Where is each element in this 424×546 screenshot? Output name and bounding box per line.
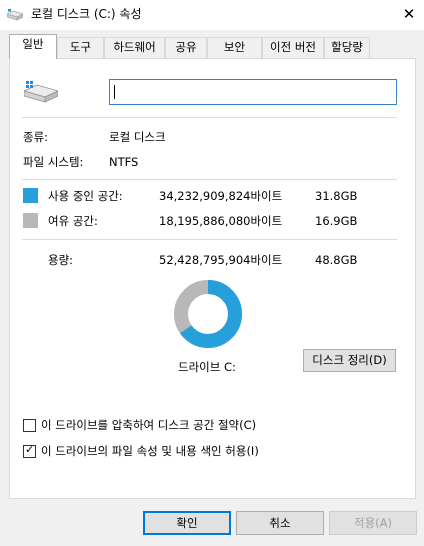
close-icon: ✕ (402, 5, 416, 23)
capacity-bytes: 52,428,795,904바이트 (159, 253, 283, 267)
filesystem-value: NTFS (109, 155, 139, 169)
type-value: 로컬 디스크 (109, 130, 166, 144)
index-check-mark: ✓ (25, 443, 35, 456)
free-space-size: 16.9GB (315, 214, 358, 228)
type-label: 종류: (23, 130, 49, 144)
free-space-swatch (23, 213, 38, 228)
compress-checkbox-label: 이 드라이브를 압축하여 디스크 공간 절약(C) (41, 418, 257, 432)
ok-button[interactable]: 확인 (143, 511, 231, 535)
compress-checkbox[interactable] (23, 419, 36, 432)
tab-general[interactable]: 일반 (9, 34, 57, 59)
filesystem-label: 파일 시스템: (23, 155, 84, 169)
usage-donut-chart (174, 280, 242, 348)
tab-hardware[interactable]: 하드웨어 (104, 37, 165, 58)
used-space-swatch (23, 188, 38, 203)
free-space-bytes: 18,195,886,080바이트 (159, 214, 283, 228)
tab-sharing[interactable]: 공유 (165, 37, 207, 58)
window-title: 로컬 디스크 (C:) 속성 (31, 7, 142, 21)
title-bar: 로컬 디스크 (C:) 속성 ✕ (0, 0, 424, 30)
drive-name-input[interactable] (109, 79, 397, 105)
drive-label: 드라이브 C: (178, 360, 236, 374)
tab-security[interactable]: 보안 (207, 37, 262, 58)
drive-icon (24, 81, 58, 103)
divider (22, 117, 397, 118)
divider (22, 179, 397, 180)
close-button[interactable]: ✕ (394, 0, 424, 30)
disk-cleanup-button[interactable]: 디스크 정리(D) (303, 349, 396, 372)
index-checkbox[interactable]: ✓ (23, 443, 36, 458)
used-space-label: 사용 중인 공간: (48, 189, 123, 203)
used-space-bytes: 34,232,909,824바이트 (159, 189, 283, 203)
divider (22, 239, 397, 240)
used-space-size: 31.8GB (315, 189, 358, 203)
tab-quota[interactable]: 할당량 (324, 37, 370, 58)
text-caret (114, 85, 115, 99)
cancel-button[interactable]: 취소 (236, 511, 324, 535)
tab-tools[interactable]: 도구 (57, 37, 104, 58)
drive-icon (7, 9, 23, 21)
apply-button[interactable]: 적용(A) (329, 511, 417, 535)
capacity-label: 용량: (48, 253, 74, 267)
index-checkbox-label: 이 드라이브의 파일 속성 및 내용 색인 허용(I) (41, 444, 259, 458)
tab-previous-versions[interactable]: 이전 버전 (262, 37, 324, 58)
capacity-size: 48.8GB (315, 253, 358, 267)
free-space-label: 여유 공간: (48, 214, 98, 228)
